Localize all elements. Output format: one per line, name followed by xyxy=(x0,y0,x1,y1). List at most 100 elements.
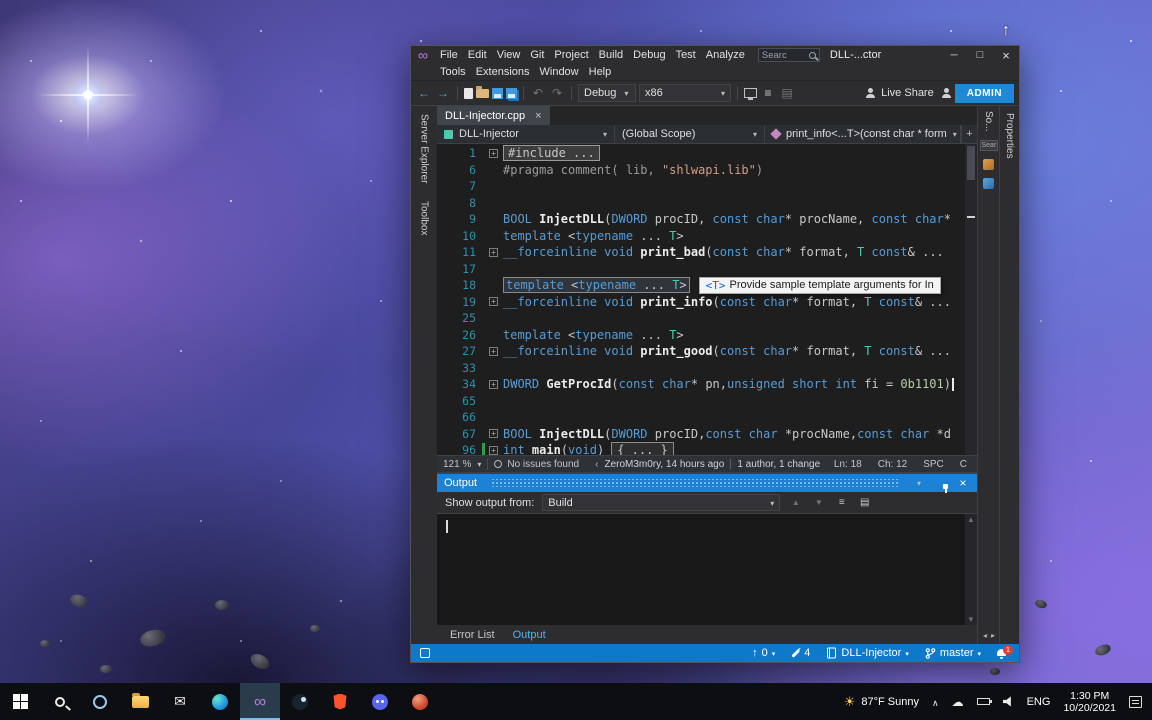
code-line[interactable]: 7 xyxy=(437,178,965,195)
code-line[interactable]: 11__forceinline void print_bad(const cha… xyxy=(437,244,965,261)
drag-grip[interactable] xyxy=(491,479,898,487)
menu-item-build[interactable]: Build xyxy=(594,48,628,62)
live-share-button[interactable]: Live Share xyxy=(861,87,938,99)
taskbar-mail[interactable] xyxy=(160,683,200,720)
fold-toggle-icon[interactable] xyxy=(489,446,498,455)
sync-status-button[interactable]: 0 xyxy=(752,647,775,659)
word-wrap-icon[interactable] xyxy=(834,497,849,508)
tab-error-list[interactable]: Error List xyxy=(442,627,503,643)
codelens-git-info[interactable]: ZeroM3m0ry, 14 hours ago 1 author, 1 cha… xyxy=(595,459,820,470)
close-tab-icon[interactable] xyxy=(535,110,541,122)
taskbar-rust-app[interactable] xyxy=(400,683,440,720)
code-line[interactable]: 6#pragma comment( lib, "shlwapi.lib") xyxy=(437,162,965,179)
solution-configuration-dropdown[interactable]: Debug xyxy=(578,84,636,102)
code-line[interactable]: 34DWORD GetProcId(const char* pn,unsigne… xyxy=(437,376,965,393)
redo-icon[interactable] xyxy=(549,86,565,100)
solution-search-box[interactable]: Sear xyxy=(980,140,998,151)
encoding-indicator[interactable]: C xyxy=(960,459,967,470)
tab-solution-explorer[interactable]: So... xyxy=(983,111,994,132)
background-tasks-icon[interactable] xyxy=(420,648,430,658)
solution-platform-dropdown[interactable]: x86 xyxy=(639,84,731,102)
panel-sync-icon[interactable] xyxy=(983,178,994,189)
fold-toggle-icon[interactable] xyxy=(489,380,498,389)
maximize-button[interactable] xyxy=(967,46,993,64)
menu-item-tools[interactable]: Tools xyxy=(435,65,471,79)
collapsed-region[interactable]: #include ... xyxy=(503,145,600,161)
member-dropdown[interactable]: print_info<...T>(const char * form xyxy=(765,125,961,143)
taskbar-file-explorer[interactable] xyxy=(120,683,160,720)
open-file-icon[interactable] xyxy=(476,89,489,98)
list-view-icon[interactable] xyxy=(760,86,776,100)
code-line[interactable]: 27__forceinline void print_good(const ch… xyxy=(437,343,965,360)
notifications-button[interactable]: 1 xyxy=(997,649,1006,658)
start-button[interactable] xyxy=(0,683,40,720)
project-dropdown[interactable]: DLL-Injector xyxy=(437,125,615,143)
clock[interactable]: 1:30 PM 10/20/2021 xyxy=(1063,690,1116,714)
navbar-add-button[interactable] xyxy=(961,125,977,143)
minimize-button[interactable] xyxy=(941,46,967,64)
branch-selector[interactable]: master xyxy=(925,647,981,660)
window-position-icon[interactable] xyxy=(912,478,926,488)
navigate-forward-icon[interactable] xyxy=(435,86,451,100)
issues-indicator[interactable]: No issues found xyxy=(494,459,579,470)
taskbar-steam[interactable] xyxy=(280,683,320,720)
menu-item-git[interactable]: Git xyxy=(525,48,549,62)
line-indicator[interactable]: Ln: 18 xyxy=(834,459,862,470)
sidebar-item-server-explorer[interactable]: Server Explorer xyxy=(419,114,430,183)
tab-properties[interactable]: Properties xyxy=(1004,113,1015,159)
menu-item-help[interactable]: Help xyxy=(584,65,617,79)
code-line[interactable]: 26template <typename ... T> xyxy=(437,327,965,344)
scroll-down-icon[interactable] xyxy=(967,615,975,624)
menu-item-window[interactable]: Window xyxy=(535,65,584,79)
clear-all-icon[interactable] xyxy=(857,497,872,508)
next-message-icon[interactable] xyxy=(811,497,826,508)
code-line[interactable]: 9BOOL InjectDLL(DWORD procID, const char… xyxy=(437,211,965,228)
spaces-indicator[interactable]: SPC xyxy=(923,459,944,470)
column-indicator[interactable]: Ch: 12 xyxy=(878,459,907,470)
hidden-icons-chevron[interactable] xyxy=(932,693,939,711)
code-line[interactable]: 8 xyxy=(437,195,965,212)
fold-toggle-icon[interactable] xyxy=(489,347,498,356)
language-indicator[interactable]: ENG xyxy=(1027,696,1051,708)
zoom-selector[interactable]: 121 % xyxy=(443,459,481,470)
menu-item-analyze[interactable]: Analyze xyxy=(701,48,750,62)
scrollbar-thumb[interactable] xyxy=(967,146,975,180)
code-line[interactable]: 33 xyxy=(437,360,965,377)
quick-search-input[interactable]: Searc xyxy=(758,48,820,62)
code-line[interactable]: 67BOOL InjectDLL(DWORD procID,const char… xyxy=(437,426,965,443)
code-line[interactable]: 10template <typename ... T> xyxy=(437,228,965,245)
taskbar-cortana[interactable] xyxy=(80,683,120,720)
pending-changes-button[interactable]: 4 xyxy=(791,647,810,659)
editor-scrollbar[interactable] xyxy=(965,144,977,455)
taskbar-visual-studio[interactable] xyxy=(240,683,280,720)
menu-item-debug[interactable]: Debug xyxy=(628,48,670,62)
fold-toggle-icon[interactable] xyxy=(489,297,498,306)
close-button[interactable] xyxy=(993,46,1019,64)
weather-widget[interactable]: 87°F Sunny xyxy=(844,694,919,710)
menu-item-extensions[interactable]: Extensions xyxy=(471,65,535,79)
code-line[interactable]: 1#include ... xyxy=(437,145,965,162)
panel-home-icon[interactable] xyxy=(983,159,994,170)
tab-dll-injector-cpp[interactable]: DLL-Injector.cpp xyxy=(437,106,550,125)
sidebar-item-toolbox[interactable]: Toolbox xyxy=(419,201,430,235)
new-file-icon[interactable] xyxy=(464,88,473,99)
code-line[interactable]: 19__forceinline void print_info(const ch… xyxy=(437,294,965,311)
close-output-icon[interactable] xyxy=(956,476,970,490)
previous-message-icon[interactable] xyxy=(788,497,803,508)
undo-icon[interactable] xyxy=(530,86,546,100)
menu-item-project[interactable]: Project xyxy=(549,48,593,62)
volume-icon[interactable] xyxy=(1003,696,1014,707)
menu-item-edit[interactable]: Edit xyxy=(463,48,492,62)
scroll-up-icon[interactable] xyxy=(967,515,975,524)
taskbar-search[interactable] xyxy=(40,683,80,720)
code-line[interactable]: 17 xyxy=(437,261,965,278)
panel-nav-arrows[interactable] xyxy=(982,631,994,640)
action-center-icon[interactable] xyxy=(1129,696,1142,708)
fold-toggle-icon[interactable] xyxy=(489,429,498,438)
taskbar-discord[interactable] xyxy=(360,683,400,720)
battery-icon[interactable] xyxy=(977,698,990,705)
grid-view-icon[interactable] xyxy=(779,86,795,100)
code-line[interactable]: 66 xyxy=(437,409,965,426)
repository-selector[interactable]: DLL-Injector xyxy=(826,647,908,659)
arrow-left-icon[interactable] xyxy=(982,631,986,640)
